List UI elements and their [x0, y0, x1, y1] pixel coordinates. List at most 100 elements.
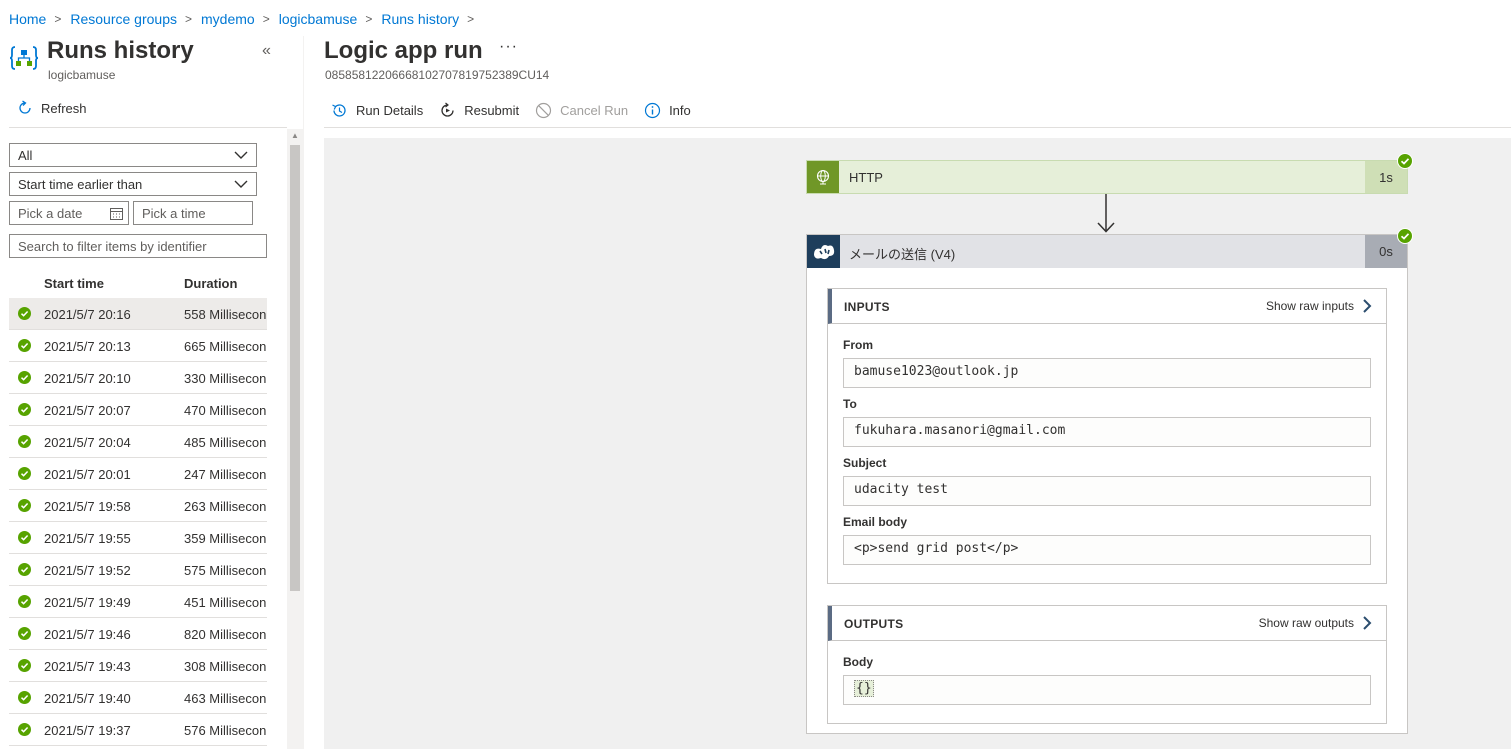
- success-check-icon: [18, 499, 31, 512]
- chevron-down-icon: [234, 180, 248, 188]
- cancel-run-button[interactable]: Cancel Run: [535, 102, 628, 119]
- info-icon: [644, 102, 661, 118]
- chevron-right-icon: >: [467, 12, 475, 26]
- run-start-time: 2021/5/7 19:43: [44, 659, 131, 674]
- table-row[interactable]: 2021/5/7 19:40 463 Millisecon: [9, 682, 267, 714]
- send-email-action-name: メールの送信 (V4): [849, 247, 956, 262]
- column-header-start-time[interactable]: Start time: [44, 276, 104, 291]
- refresh-button[interactable]: Refresh: [17, 100, 87, 116]
- subject-label: Subject: [843, 456, 887, 470]
- run-duration: 470 Millisecon: [184, 403, 267, 418]
- run-duration: 575 Millisecon: [184, 563, 267, 578]
- run-duration: 308 Millisecon: [184, 659, 267, 674]
- run-start-time: 2021/5/7 20:13: [44, 339, 131, 354]
- time-filter-dropdown[interactable]: Start time earlier than: [9, 172, 257, 196]
- cancel-icon: [536, 102, 552, 118]
- divider: [324, 127, 1511, 128]
- scrollbar[interactable]: ▲: [287, 129, 303, 749]
- run-start-time: 2021/5/7 19:52: [44, 563, 131, 578]
- refresh-label: Refresh: [41, 100, 87, 116]
- success-check-icon: [18, 723, 31, 736]
- scrollbar-thumb[interactable]: [290, 145, 300, 591]
- column-header-duration[interactable]: Duration: [184, 276, 237, 291]
- breadcrumb-home[interactable]: Home: [9, 11, 46, 27]
- resubmit-label: Resubmit: [464, 102, 520, 118]
- search-input[interactable]: Search to filter items by identifier: [9, 234, 267, 258]
- divider: [9, 127, 287, 128]
- run-start-time: 2021/5/7 20:16: [44, 307, 131, 322]
- subject-value: udacity test: [843, 476, 1371, 506]
- table-row[interactable]: 2021/5/7 20:10 330 Millisecon: [9, 362, 267, 394]
- chevron-down-icon: [234, 151, 248, 159]
- table-row[interactable]: 2021/5/7 19:55 359 Millisecon: [9, 522, 267, 554]
- info-label: Info: [669, 102, 691, 118]
- run-duration: 485 Millisecon: [184, 435, 267, 450]
- run-start-time: 2021/5/7 19:55: [44, 531, 131, 546]
- success-check-icon: [18, 307, 31, 320]
- collapse-button[interactable]: «: [262, 42, 271, 60]
- outputs-section: OUTPUTS Show raw outputs Body {}: [827, 605, 1387, 724]
- breadcrumb-mydemo[interactable]: mydemo: [201, 11, 255, 27]
- table-row[interactable]: 2021/5/7 19:52 575 Millisecon: [9, 554, 267, 586]
- calendar-icon[interactable]: [110, 207, 123, 220]
- run-duration: 820 Millisecon: [184, 627, 267, 642]
- run-start-time: 2021/5/7 19:40: [44, 691, 131, 706]
- table-row[interactable]: 2021/5/7 19:43 308 Millisecon: [9, 650, 267, 682]
- run-duration: 359 Millisecon: [184, 531, 267, 546]
- breadcrumb: Home > Resource groups > mydemo > logicb…: [9, 10, 483, 28]
- output-body-label: Body: [843, 655, 873, 669]
- email-body-value: <p>send grid post</p>: [843, 535, 1371, 565]
- table-row[interactable]: 2021/5/7 20:16 558 Millisecon: [9, 298, 267, 330]
- success-check-icon: [18, 467, 31, 480]
- breadcrumb-resource-groups[interactable]: Resource groups: [70, 11, 177, 27]
- output-body-value: {}: [854, 680, 874, 697]
- success-check-icon: [18, 339, 31, 352]
- show-raw-inputs-link[interactable]: Show raw inputs: [1266, 298, 1372, 314]
- send-email-action-header[interactable]: メールの送信 (V4) 0s: [807, 235, 1407, 268]
- cancel-run-label: Cancel Run: [560, 102, 629, 118]
- success-check-icon: [1397, 228, 1413, 244]
- outputs-title: OUTPUTS: [844, 617, 904, 631]
- run-start-time: 2021/5/7 20:07: [44, 403, 131, 418]
- table-row[interactable]: 2021/5/7 19:46 820 Millisecon: [9, 618, 267, 650]
- success-check-icon: [18, 627, 31, 640]
- success-check-icon: [18, 371, 31, 384]
- scroll-up-icon[interactable]: ▲: [291, 131, 299, 140]
- chevron-right-icon: >: [185, 12, 193, 26]
- status-filter-value: All: [18, 147, 33, 163]
- run-details-button[interactable]: Run Details: [331, 102, 423, 119]
- show-raw-outputs-link[interactable]: Show raw outputs: [1259, 615, 1372, 631]
- table-row[interactable]: 2021/5/7 20:13 665 Millisecon: [9, 330, 267, 362]
- status-filter-dropdown[interactable]: All: [9, 143, 257, 167]
- success-check-icon: [18, 563, 31, 576]
- run-duration: 247 Millisecon: [184, 467, 267, 482]
- success-check-icon: [18, 659, 31, 672]
- chevron-right-icon: [1363, 616, 1372, 630]
- send-email-action-card: メールの送信 (V4) 0s INPUTS Show raw inputs Fr…: [806, 234, 1408, 734]
- more-options-button[interactable]: ···: [499, 38, 518, 56]
- run-start-time: 2021/5/7 19:37: [44, 723, 131, 738]
- to-label: To: [843, 397, 857, 411]
- http-action-name: HTTP: [849, 170, 883, 185]
- resubmit-button[interactable]: Resubmit: [439, 102, 519, 119]
- date-placeholder: Pick a date: [18, 205, 83, 221]
- table-row[interactable]: 2021/5/7 19:58 263 Millisecon: [9, 490, 267, 522]
- breadcrumb-runs-history[interactable]: Runs history: [381, 11, 459, 27]
- info-button[interactable]: Info: [644, 102, 691, 119]
- table-row[interactable]: 2021/5/7 20:07 470 Millisecon: [9, 394, 267, 426]
- run-start-time: 2021/5/7 20:01: [44, 467, 131, 482]
- table-row[interactable]: 2021/5/7 20:04 485 Millisecon: [9, 426, 267, 458]
- to-value: fukuhara.masanori@gmail.com: [843, 417, 1371, 447]
- table-row[interactable]: 2021/5/7 19:37 576 Millisecon: [9, 714, 267, 746]
- run-duration: 558 Millisecon: [184, 307, 267, 322]
- table-row[interactable]: 2021/5/7 19:49 451 Millisecon: [9, 586, 267, 618]
- runs-list: 2021/5/7 20:16 558 Millisecon 2021/5/7 20:…: [9, 298, 267, 746]
- http-action-card[interactable]: HTTP 1s: [806, 160, 1408, 194]
- time-picker-input[interactable]: Pick a time: [133, 201, 253, 225]
- run-duration: 463 Millisecon: [184, 691, 267, 706]
- show-raw-inputs-label: Show raw inputs: [1265, 299, 1354, 313]
- breadcrumb-logicbamuse[interactable]: logicbamuse: [279, 11, 358, 27]
- date-picker-input[interactable]: Pick a date: [9, 201, 129, 225]
- table-row[interactable]: 2021/5/7 20:01 247 Millisecon: [9, 458, 267, 490]
- run-start-time: 2021/5/7 19:49: [44, 595, 131, 610]
